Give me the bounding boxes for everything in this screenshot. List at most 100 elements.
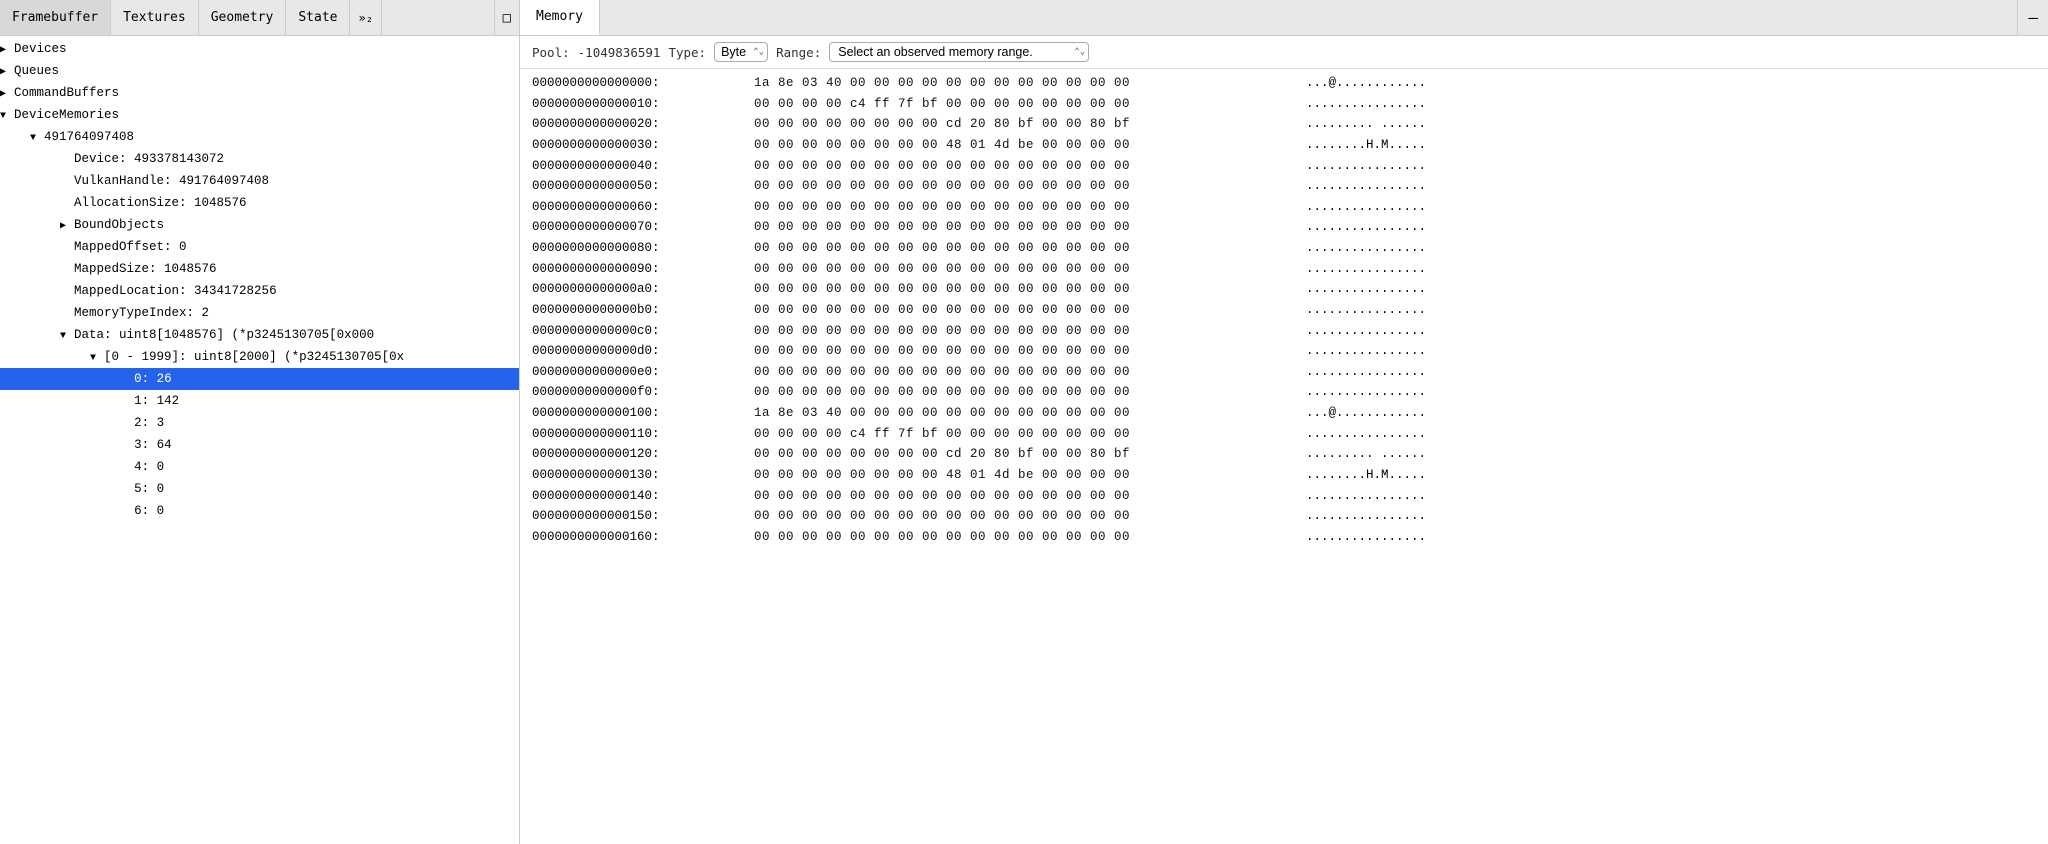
hex-bytes: 00 00 00 00 00 00 00 00 00 00 00 00 00 0… [754,197,1294,218]
tree-arrow [120,373,134,389]
hex-ascii: ................ [1306,217,1426,238]
hex-row: 00000000000000c0: 00 00 00 00 00 00 00 0… [532,321,2036,342]
indent-spacer [60,347,90,367]
hex-ascii: ................ [1306,486,1426,507]
hex-ascii: ................ [1306,259,1426,280]
indent-spacer [0,237,30,257]
type-select[interactable]: Byte [714,42,768,62]
tree-item-mappedsize[interactable]: MappedSize: 1048576 [0,258,519,280]
hex-bytes: 00 00 00 00 c4 ff 7f bf 00 00 00 00 00 0… [754,424,1294,445]
tree-item-label: Devices [14,42,67,56]
right-panel: Memory — Pool: -1049836591 Type: Byte Ra… [520,0,2048,844]
tab-geometry[interactable]: Geometry [199,0,287,35]
tree-item-device[interactable]: Device: 493378143072 [0,148,519,170]
tree-item-label: AllocationSize: 1048576 [74,196,247,210]
hex-ascii: ...@............ [1306,403,1426,424]
tab-memory[interactable]: Memory [520,0,600,35]
indent-spacer [30,325,60,345]
hex-address: 00000000000000f0: [532,382,742,403]
tab-state[interactable]: State [286,0,350,35]
tree-item-devices[interactable]: ▶Devices [0,38,519,60]
tree-item-allocationsize[interactable]: AllocationSize: 1048576 [0,192,519,214]
tree-item-devicememories[interactable]: ▼DeviceMemories [0,104,519,126]
hex-ascii: ................ [1306,156,1426,177]
tree-item-item4[interactable]: 4: 0 [0,456,519,478]
range-label: Range: [776,45,821,60]
hex-ascii: ........H.M..... [1306,465,1426,486]
tree-item-mappedlocation[interactable]: MappedLocation: 34341728256 [0,280,519,302]
hex-address: 0000000000000140: [532,486,742,507]
tree-item-data[interactable]: ▼Data: uint8[1048576] (*p3245130705[0x00… [0,324,519,346]
indent-spacer [90,413,120,433]
indent-spacer [30,281,60,301]
hex-ascii: ........H.M..... [1306,135,1426,156]
indent-spacer [30,215,60,235]
tree-item-queues[interactable]: ▶Queues [0,60,519,82]
indent-spacer [90,435,120,455]
tree-item-mappedoffset[interactable]: MappedOffset: 0 [0,236,519,258]
range-select[interactable]: Select an observed memory range. [829,42,1089,62]
tree-arrow [60,263,74,279]
tree-item-item2[interactable]: 2: 3 [0,412,519,434]
hex-row: 0000000000000160: 00 00 00 00 00 00 00 0… [532,527,2036,548]
minimize-button[interactable]: — [2017,0,2048,35]
tree-item-item5[interactable]: 5: 0 [0,478,519,500]
tree-item-label: 1: 142 [134,394,179,408]
hex-address: 0000000000000160: [532,527,742,548]
hex-address: 0000000000000070: [532,217,742,238]
indent-spacer [90,501,120,521]
hex-ascii: ................ [1306,382,1426,403]
tree-arrow: ▼ [90,351,104,367]
tree-item-item3[interactable]: 3: 64 [0,434,519,456]
hex-ascii: ................ [1306,176,1426,197]
indent-spacer [30,413,60,433]
hex-row: 0000000000000040: 00 00 00 00 00 00 00 0… [532,156,2036,177]
tree-item-mem491764097408[interactable]: ▼491764097408 [0,126,519,148]
indent-spacer [0,347,30,367]
indent-spacer [0,281,30,301]
tree-item-commandbuffers[interactable]: ▶CommandBuffers [0,82,519,104]
indent-spacer [0,215,30,235]
tree-item-item6[interactable]: 6: 0 [0,500,519,522]
tree-item-vulkanhandle[interactable]: VulkanHandle: 491764097408 [0,170,519,192]
hex-bytes: 00 00 00 00 00 00 00 00 00 00 00 00 00 0… [754,506,1294,527]
hex-row: 0000000000000140: 00 00 00 00 00 00 00 0… [532,486,2036,507]
indent-spacer [30,457,60,477]
indent-spacer [60,501,90,521]
tree-item-label: MappedSize: 1048576 [74,262,217,276]
hex-bytes: 00 00 00 00 00 00 00 00 48 01 4d be 00 0… [754,135,1294,156]
indent-spacer [0,501,30,521]
hex-address: 0000000000000060: [532,197,742,218]
tree-arrow: ▶ [0,87,14,103]
hex-bytes: 00 00 00 00 00 00 00 00 cd 20 80 bf 00 0… [754,114,1294,135]
hex-bytes: 00 00 00 00 00 00 00 00 48 01 4d be 00 0… [754,465,1294,486]
tree-arrow [60,175,74,191]
tree-item-label: MappedOffset: 0 [74,240,187,254]
tree-item-boundobjects[interactable]: ▶BoundObjects [0,214,519,236]
tree-arrow [120,483,134,499]
tab-overflow[interactable]: »₂ [350,0,381,35]
indent-spacer [0,369,30,389]
tab-textures[interactable]: Textures [111,0,199,35]
tab-framebuffer[interactable]: Framebuffer [0,0,111,35]
tree-item-label: 6: 0 [134,504,164,518]
indent-spacer [90,479,120,499]
indent-spacer [90,369,120,389]
hex-row: 0000000000000130: 00 00 00 00 00 00 00 0… [532,465,2036,486]
hex-address: 0000000000000110: [532,424,742,445]
hex-bytes: 00 00 00 00 00 00 00 00 00 00 00 00 00 0… [754,238,1294,259]
hex-bytes: 00 00 00 00 00 00 00 00 00 00 00 00 00 0… [754,176,1294,197]
tree-item-range0[interactable]: ▼[0 - 1999]: uint8[2000] (*p3245130705[0… [0,346,519,368]
pool-value: -1049836591 [578,45,661,60]
window-button[interactable]: □ [494,0,519,35]
indent-spacer [0,457,30,477]
tree-item-label: Device: 493378143072 [74,152,224,166]
tree-arrow [120,395,134,411]
tree-item-item1[interactable]: 1: 142 [0,390,519,412]
tree-arrow [60,307,74,323]
tree-item-item0[interactable]: 0: 26 [0,368,519,390]
hex-address: 0000000000000030: [532,135,742,156]
hex-row: 0000000000000090: 00 00 00 00 00 00 00 0… [532,259,2036,280]
indent-spacer [30,369,60,389]
tree-item-memorytypeindex[interactable]: MemoryTypeIndex: 2 [0,302,519,324]
